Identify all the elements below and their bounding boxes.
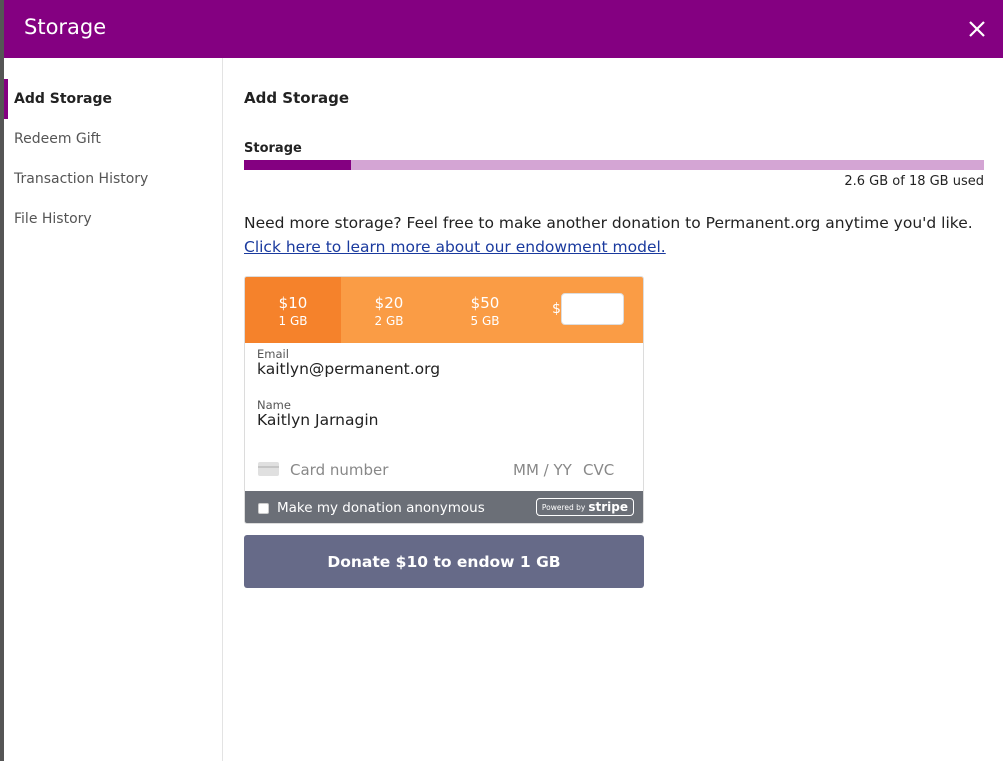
email-field[interactable]: kaitlyn@permanent.org <box>257 360 440 378</box>
amount-option-50[interactable]: $50 5 GB <box>437 277 533 343</box>
donation-form: $10 1 GB $20 2 GB $50 5 GB $ Email kaitl… <box>244 276 644 524</box>
modal-title: Storage <box>24 15 107 39</box>
name-field[interactable]: Kaitlyn Jarnagin <box>257 411 378 429</box>
amount-option-20[interactable]: $20 2 GB <box>341 277 437 343</box>
card-cvc-input[interactable]: CVC <box>583 461 614 479</box>
storage-modal: Storage Add Storage Redeem Gift Transact… <box>4 0 1003 761</box>
storage-label: Storage <box>244 141 302 156</box>
storage-usage-text: 2.6 GB of 18 GB used <box>844 174 984 189</box>
amount-size: 5 GB <box>470 314 500 328</box>
endowment-model-link[interactable]: Click here to learn more about our endow… <box>244 238 666 256</box>
sidebar-item-file-history[interactable]: File History <box>4 199 222 239</box>
anonymous-checkbox[interactable] <box>258 503 269 514</box>
powered-by-stripe-badge: Powered by stripe <box>535 498 634 516</box>
sidebar: Add Storage Redeem Gift Transaction Hist… <box>4 58 223 761</box>
amount-size: 1 GB <box>278 314 308 328</box>
email-label: Email <box>257 347 289 361</box>
section-title: Add Storage <box>244 89 350 107</box>
custom-amount: $ <box>551 277 643 343</box>
name-label: Name <box>257 398 291 412</box>
sidebar-item-redeem-gift[interactable]: Redeem Gift <box>4 119 222 159</box>
close-button[interactable] <box>963 15 991 43</box>
amount-size: 2 GB <box>374 314 404 328</box>
sidebar-item-transaction-history[interactable]: Transaction History <box>4 159 222 199</box>
stripe-logo: stripe <box>588 500 628 514</box>
amount-price: $10 <box>278 294 308 312</box>
amount-option-10[interactable]: $10 1 GB <box>245 277 341 343</box>
close-icon <box>969 21 985 37</box>
modal-header: Storage <box>4 0 1003 58</box>
storage-info-text: Need more storage? Feel free to make ano… <box>244 214 973 232</box>
card-number-input[interactable]: Card number <box>290 461 388 479</box>
amount-selector: $10 1 GB $20 2 GB $50 5 GB $ <box>245 277 643 343</box>
storage-usage-bar <box>244 160 984 170</box>
custom-amount-prefix: $ <box>552 301 561 317</box>
credit-card-icon <box>258 462 279 476</box>
sidebar-item-add-storage[interactable]: Add Storage <box>4 79 222 119</box>
storage-usage-fill <box>244 160 351 170</box>
amount-price: $20 <box>374 294 404 312</box>
custom-amount-input[interactable] <box>561 293 624 325</box>
anonymous-row: Make my donation anonymous Powered by st… <box>245 491 643 523</box>
powered-by-text: Powered by <box>541 502 586 512</box>
anonymous-label: Make my donation anonymous <box>277 500 485 516</box>
amount-price: $50 <box>470 294 500 312</box>
donate-button[interactable]: Donate $10 to endow 1 GB <box>244 535 644 588</box>
card-expiry-input[interactable]: MM / YY <box>513 461 572 479</box>
